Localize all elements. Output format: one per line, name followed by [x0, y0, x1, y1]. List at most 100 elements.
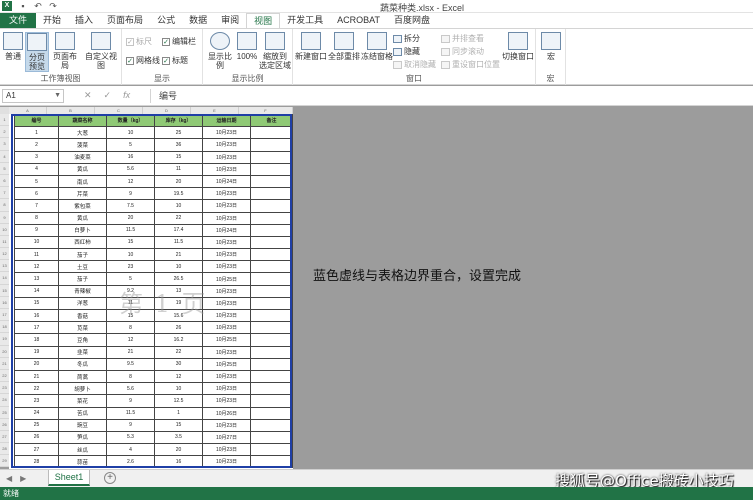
- table-cell[interactable]: 5: [106, 272, 155, 286]
- table-cell[interactable]: 11: [14, 248, 59, 262]
- header-quantity[interactable]: 数量（kg）: [106, 114, 155, 128]
- table-cell[interactable]: [250, 260, 293, 274]
- hide-button[interactable]: 隐藏: [393, 46, 420, 57]
- table-cell[interactable]: 25: [154, 126, 203, 140]
- table-cell[interactable]: 5.3: [106, 430, 155, 445]
- undo-icon[interactable]: ↶: [33, 1, 43, 11]
- fx-icon[interactable]: fx: [123, 90, 130, 101]
- ruler-checkbox[interactable]: ✓ 标尺: [126, 36, 152, 47]
- table-cell[interactable]: 21: [154, 248, 203, 262]
- table-cell[interactable]: 冬瓜: [58, 357, 107, 371]
- table-cell[interactable]: 10月25日: [202, 272, 251, 286]
- table-cell[interactable]: 11.5: [106, 406, 155, 420]
- table-cell[interactable]: 8: [14, 211, 59, 225]
- table-cell[interactable]: 15: [106, 308, 155, 323]
- cancel-icon[interactable]: ✕: [84, 90, 92, 101]
- table-cell[interactable]: 15: [154, 418, 203, 432]
- table-cell[interactable]: 10: [154, 199, 203, 213]
- table-cell[interactable]: [250, 443, 293, 457]
- table-cell[interactable]: 10月23日: [202, 369, 251, 384]
- table-cell[interactable]: 10月24日: [202, 223, 251, 237]
- table-cell[interactable]: 26.5: [154, 272, 203, 286]
- table-cell[interactable]: 菠菜: [58, 138, 107, 152]
- tab-page-layout[interactable]: 页面布局: [100, 13, 150, 28]
- table-cell[interactable]: 4: [14, 162, 59, 176]
- table-cell[interactable]: 17.4: [154, 223, 203, 237]
- row-header[interactable]: 9: [0, 212, 9, 224]
- table-cell[interactable]: 10月23日: [202, 455, 251, 469]
- view-side-by-side-button[interactable]: 并排查看: [441, 33, 484, 44]
- chevron-left-icon[interactable]: ◀: [6, 474, 12, 483]
- row-header[interactable]: 7: [0, 187, 9, 200]
- table-cell[interactable]: [250, 406, 293, 420]
- synchronous-scrolling-button[interactable]: 同步滚动: [441, 46, 484, 57]
- zoom-to-selection-button[interactable]: 缩放到 选定区域: [259, 32, 291, 70]
- table-cell[interactable]: 13: [14, 272, 59, 286]
- table-cell[interactable]: 10月23日: [202, 150, 251, 164]
- table-cell[interactable]: 10月23日: [202, 296, 251, 311]
- table-cell[interactable]: 4: [106, 443, 155, 457]
- table-cell[interactable]: [250, 199, 293, 213]
- table-cell[interactable]: 黄瓜: [58, 211, 107, 225]
- table-cell[interactable]: 9: [106, 418, 155, 432]
- table-cell[interactable]: 10月23日: [202, 308, 251, 323]
- table-cell[interactable]: [250, 248, 293, 262]
- table-cell[interactable]: 3.5: [154, 430, 203, 445]
- sheet-tab-sheet1[interactable]: Sheet1: [48, 470, 90, 486]
- table-cell[interactable]: 西红柿: [58, 235, 107, 250]
- table-cell[interactable]: 1: [14, 126, 59, 140]
- row-header[interactable]: 27: [0, 431, 9, 444]
- chevron-down-icon[interactable]: ▼: [54, 90, 61, 102]
- table-cell[interactable]: 丝瓜: [58, 443, 107, 457]
- custom-views-button[interactable]: 自定义视图: [82, 32, 120, 70]
- row-header[interactable]: 10: [0, 224, 9, 236]
- row-header[interactable]: 24: [0, 394, 9, 407]
- table-cell[interactable]: 7: [14, 199, 59, 213]
- table-cell[interactable]: 大葱: [58, 126, 107, 140]
- table-cell[interactable]: 9: [106, 394, 155, 408]
- table-cell[interactable]: [250, 418, 293, 432]
- zoom-button[interactable]: 显示比例: [205, 32, 235, 70]
- table-cell[interactable]: 28: [14, 455, 59, 469]
- switch-windows-button[interactable]: 切换窗口: [501, 32, 535, 61]
- table-cell[interactable]: 11: [154, 162, 203, 176]
- table-cell[interactable]: [250, 345, 293, 359]
- table-cell[interactable]: 15: [14, 296, 59, 311]
- row-header[interactable]: 26: [0, 419, 9, 431]
- row-header[interactable]: 29: [0, 455, 9, 468]
- table-cell[interactable]: 青辣椒: [58, 284, 107, 298]
- row-header[interactable]: 14: [0, 272, 9, 285]
- table-cell[interactable]: 笋瓜: [58, 430, 107, 445]
- table-cell[interactable]: 11: [106, 296, 155, 311]
- table-cell[interactable]: 7.5: [106, 199, 155, 213]
- row-header[interactable]: 3: [0, 138, 9, 151]
- table-cell[interactable]: 10月25日: [202, 357, 251, 371]
- table-cell[interactable]: 10月23日: [202, 345, 251, 359]
- unhide-button[interactable]: 取消隐藏: [393, 59, 436, 70]
- table-cell[interactable]: 18: [14, 333, 59, 347]
- header-shipping-date[interactable]: 运输日期: [202, 114, 251, 128]
- select-all-corner[interactable]: [0, 107, 9, 114]
- row-header[interactable]: 5: [0, 163, 9, 175]
- table-cell[interactable]: 9: [14, 223, 59, 237]
- zoom-100-button[interactable]: 100%: [236, 32, 258, 61]
- table-cell[interactable]: 15.6: [154, 308, 203, 323]
- table-cell[interactable]: 10月23日: [202, 235, 251, 250]
- table-cell[interactable]: 9.5: [106, 357, 155, 371]
- table-cell[interactable]: 3: [14, 150, 59, 164]
- table-cell[interactable]: 芹菜: [58, 187, 107, 201]
- table-cell[interactable]: 胡萝卜: [58, 382, 107, 396]
- table-cell[interactable]: 10月23日: [202, 211, 251, 225]
- table-cell[interactable]: 22: [154, 345, 203, 359]
- table-cell[interactable]: 14: [14, 284, 59, 298]
- row-header[interactable]: 21: [0, 358, 9, 370]
- table-cell[interactable]: 10: [106, 248, 155, 262]
- table-cell[interactable]: [250, 333, 293, 347]
- headings-checkbox[interactable]: ✓ 标题: [162, 55, 188, 66]
- table-cell[interactable]: 15: [154, 150, 203, 164]
- table-cell[interactable]: [250, 308, 293, 323]
- page-break-preview-button[interactable]: 分页 预览: [25, 32, 49, 72]
- tab-review[interactable]: 审阅: [214, 13, 246, 28]
- table-cell[interactable]: 10月23日: [202, 394, 251, 408]
- table-cell[interactable]: 10月23日: [202, 260, 251, 274]
